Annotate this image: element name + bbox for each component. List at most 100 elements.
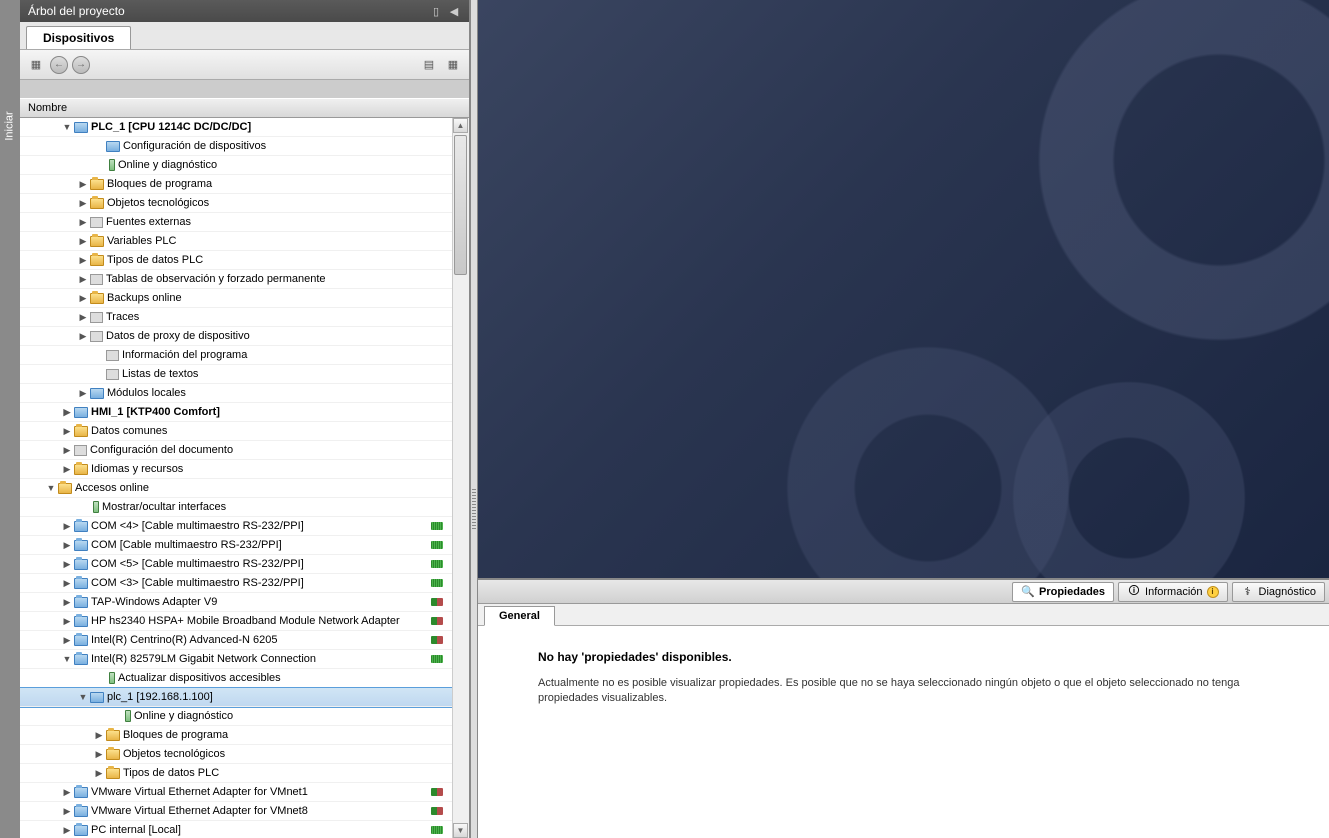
toolbar-new-icon[interactable]: ▦ <box>26 55 46 75</box>
tree-expander-icon[interactable]: ▶ <box>62 426 72 437</box>
scroll-up-button[interactable]: ▲ <box>453 118 468 133</box>
tree-item[interactable]: ▶VMware Virtual Ethernet Adapter for VMn… <box>20 783 469 802</box>
left-dock-strip[interactable]: Iniciar <box>0 0 20 838</box>
tree-column-header[interactable]: Nombre <box>20 98 469 118</box>
tree-expander-icon[interactable]: ▶ <box>78 198 88 209</box>
tree-expander-icon[interactable]: ▶ <box>62 825 72 836</box>
tree-expander-icon[interactable]: ▶ <box>62 407 72 418</box>
tree-item[interactable]: Actualizar dispositivos accesibles <box>20 669 469 688</box>
toolbar-back-button[interactable]: ← <box>50 56 68 74</box>
tree-expander-icon[interactable]: ▶ <box>62 559 72 570</box>
tree-expander-icon[interactable]: ▶ <box>78 274 88 285</box>
tree-item[interactable]: ▶COM <4> [Cable multimaestro RS-232/PPI] <box>20 517 469 536</box>
tree-item[interactable]: ▶VMware Virtual Ethernet Adapter for VMn… <box>20 802 469 821</box>
tree-expander-icon[interactable]: ▶ <box>94 749 104 760</box>
tree-item[interactable]: ▶Variables PLC <box>20 232 469 251</box>
vertical-splitter[interactable] <box>470 0 478 838</box>
tree-item[interactable]: ▶COM [Cable multimaestro RS-232/PPI] <box>20 536 469 555</box>
tree-item[interactable]: Configuración de dispositivos <box>20 137 469 156</box>
tree-item[interactable]: ▶COM <3> [Cable multimaestro RS-232/PPI] <box>20 574 469 593</box>
toolbar-forward-button[interactable]: → <box>72 56 90 74</box>
tree-expander-icon[interactable]: ▶ <box>78 179 88 190</box>
tree-item[interactable]: ▶Bloques de programa <box>20 175 469 194</box>
tree-item[interactable]: ▶Idiomas y recursos <box>20 460 469 479</box>
tree-expander-icon[interactable]: ▼ <box>62 654 72 664</box>
dock-label-iniciar[interactable]: Iniciar <box>4 111 16 140</box>
network-status-icon <box>423 825 451 835</box>
tree-item[interactable]: ▶HMI_1 [KTP400 Comfort] <box>20 403 469 422</box>
tree-expander-icon[interactable]: ▼ <box>78 692 88 702</box>
tree-expander-icon[interactable]: ▶ <box>62 597 72 608</box>
toolbar-list-icon[interactable]: ▦ <box>443 55 463 75</box>
tree-expander-icon[interactable]: ▶ <box>62 521 72 532</box>
panel-pin-icon[interactable]: ▯ <box>429 4 443 18</box>
tree-item[interactable]: ▶Objetos tecnológicos <box>20 745 469 764</box>
tree-expander-icon[interactable]: ▶ <box>62 445 72 456</box>
tree-expander-icon[interactable]: ▶ <box>62 787 72 798</box>
tree-item[interactable]: ▶Intel(R) Centrino(R) Advanced-N 6205 <box>20 631 469 650</box>
tree-item[interactable]: ▶Tipos de datos PLC <box>20 764 469 783</box>
tree-item[interactable]: ▶PC internal [Local] <box>20 821 469 838</box>
bluefolder-icon <box>74 654 88 665</box>
tab-information[interactable]: 🛈 Información i <box>1118 582 1227 602</box>
toolbar-grid-icon[interactable]: ▤ <box>419 55 439 75</box>
scroll-down-button[interactable]: ▼ <box>453 823 468 838</box>
tree-expander-icon[interactable]: ▶ <box>78 388 88 399</box>
workspace-background <box>478 0 1329 578</box>
tree-item[interactable]: Listas de textos <box>20 365 469 384</box>
network-status-icon <box>423 597 451 607</box>
tree-item[interactable]: ▶Fuentes externas <box>20 213 469 232</box>
network-status-icon <box>423 578 451 588</box>
diagnostics-icon: ⚕ <box>1241 585 1255 599</box>
tab-devices[interactable]: Dispositivos <box>26 26 131 49</box>
scroll-thumb[interactable] <box>454 135 467 275</box>
tab-diagnostics[interactable]: ⚕ Diagnóstico <box>1232 582 1325 602</box>
tree-item[interactable]: ▶Traces <box>20 308 469 327</box>
tree-expander-icon[interactable]: ▶ <box>78 217 88 228</box>
tree-expander-icon[interactable]: ▶ <box>78 312 88 323</box>
gear-decoration-icon <box>1009 0 1329 370</box>
tree-item[interactable]: ▶Tablas de observación y forzado permane… <box>20 270 469 289</box>
tree-item[interactable]: ▶Configuración del documento <box>20 441 469 460</box>
tree-item[interactable]: ▶Datos comunes <box>20 422 469 441</box>
tree-expander-icon[interactable]: ▶ <box>62 464 72 475</box>
tree-item[interactable]: ▼Intel(R) 82579LM Gigabit Network Connec… <box>20 650 469 669</box>
tree-expander-icon[interactable]: ▶ <box>94 768 104 779</box>
tree-item[interactable]: ▶ Objetos tecnológicos <box>20 194 469 213</box>
tree-item[interactable]: Online y diagnóstico <box>20 707 469 726</box>
tree-expander-icon[interactable]: ▶ <box>62 578 72 589</box>
tree-expander-icon[interactable]: ▶ <box>78 236 88 247</box>
tab-properties[interactable]: 🔍 Propiedades <box>1012 582 1114 602</box>
tree-item[interactable]: ▶Tipos de datos PLC <box>20 251 469 270</box>
tree-item[interactable]: Información del programa <box>20 346 469 365</box>
tree-item[interactable]: ▶Backups online <box>20 289 469 308</box>
panel-collapse-icon[interactable]: ◀ <box>447 4 461 18</box>
tree-item[interactable]: ▶Datos de proxy de dispositivo <box>20 327 469 346</box>
tree-item[interactable]: ▶HP hs2340 HSPA+ Mobile Broadband Module… <box>20 612 469 631</box>
tree-expander-icon[interactable]: ▶ <box>78 293 88 304</box>
tree-item[interactable]: ▶Módulos locales <box>20 384 469 403</box>
tab-properties-label: Propiedades <box>1039 586 1105 598</box>
tree-item[interactable]: ▶ COM <5> [Cable multimaestro RS-232/PPI] <box>20 555 469 574</box>
tree-item[interactable]: ▼Accesos online <box>20 479 469 498</box>
tree-expander-icon[interactable]: ▶ <box>62 540 72 551</box>
tree-expander-icon[interactable]: ▶ <box>62 616 72 627</box>
tree-item-label: Objetos tecnológicos <box>107 197 451 209</box>
tree-expander-icon[interactable]: ▶ <box>78 255 88 266</box>
tree-expander-icon[interactable]: ▶ <box>94 730 104 741</box>
tree-expander-icon[interactable]: ▼ <box>46 483 56 493</box>
tree-item-label: COM <5> [Cable multimaestro RS-232/PPI] <box>91 558 423 570</box>
tree-item[interactable]: ▼PLC_1 [CPU 1214C DC/DC/DC] <box>20 118 469 137</box>
tree-expander-icon[interactable]: ▶ <box>78 331 88 342</box>
tree-item[interactable]: ▼plc_1 [192.168.1.100] <box>20 688 469 707</box>
sub-tab-general[interactable]: General <box>484 606 555 626</box>
panel-header: Árbol del proyecto ▯ ◀ <box>20 0 469 22</box>
tree-expander-icon[interactable]: ▶ <box>62 806 72 817</box>
tree-item[interactable]: Mostrar/ocultar interfaces <box>20 498 469 517</box>
tree-expander-icon[interactable]: ▶ <box>62 635 72 646</box>
tree-item[interactable]: ▶Bloques de programa <box>20 726 469 745</box>
tree-item[interactable]: Online y diagnóstico <box>20 156 469 175</box>
tree-scrollbar[interactable]: ▲ ▼ <box>452 118 469 838</box>
tree-expander-icon[interactable]: ▼ <box>62 122 72 132</box>
tree-item[interactable]: ▶TAP-Windows Adapter V9 <box>20 593 469 612</box>
